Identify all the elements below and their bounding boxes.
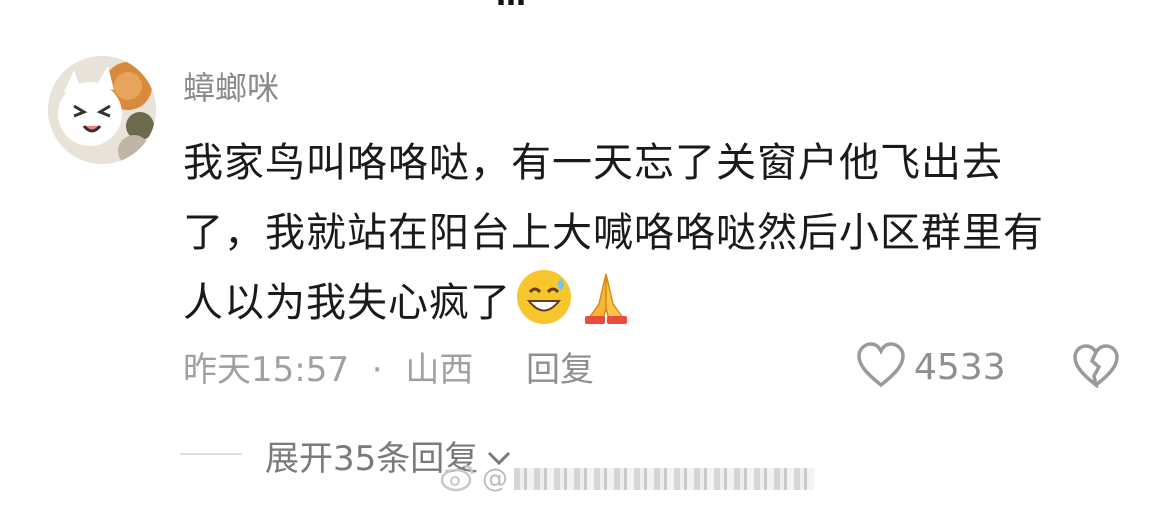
- comment-meta: 昨天15:57 · 山西: [183, 342, 473, 391]
- comment-time: 昨天15:57: [183, 350, 349, 390]
- meta-separator: ·: [371, 350, 383, 390]
- watermark: @: [440, 462, 814, 496]
- comment-location: 山西: [405, 350, 474, 390]
- heart-icon: [856, 342, 906, 392]
- praying-hands-emoji-icon: [577, 268, 635, 348]
- reply-button[interactable]: 回复: [526, 342, 594, 391]
- divider-line: [180, 453, 242, 455]
- like-button[interactable]: 4533: [856, 342, 1006, 392]
- watermark-text: @: [482, 464, 508, 494]
- broken-heart-icon: [1072, 344, 1120, 392]
- username[interactable]: 蟑螂咪: [183, 63, 279, 109]
- comment-line-3-text: 人以为我失心疯了: [183, 280, 511, 326]
- dislike-button[interactable]: [1072, 344, 1120, 392]
- comment-line-3: 人以为我失心疯了: [183, 268, 1143, 348]
- avatar-image: [48, 56, 156, 164]
- like-count: 4533: [914, 346, 1006, 388]
- grinning-sweat-emoji-icon: [515, 268, 573, 348]
- page-title-cut: …: [496, 0, 527, 13]
- comment-line-1: 我家鸟叫咯咯哒，有一天忘了关窗户他飞出去: [183, 140, 1003, 186]
- comment-line-2: 了，我就站在阳台上大喊咯咯哒然后小区群里有: [183, 210, 1044, 256]
- comment-text: 我家鸟叫咯咯哒，有一天忘了关窗户他飞出去 了，我就站在阳台上大喊咯咯哒然后小区群…: [183, 128, 1143, 348]
- watermark-blurred-handle: [514, 468, 814, 490]
- avatar[interactable]: [48, 56, 156, 164]
- weibo-logo-icon: [440, 462, 476, 496]
